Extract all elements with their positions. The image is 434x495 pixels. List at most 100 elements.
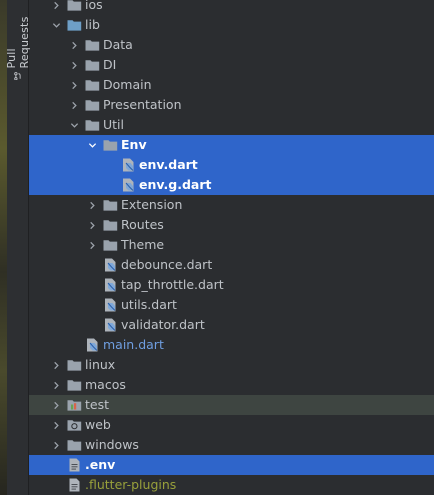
tree-item-label: Routes — [121, 217, 164, 232]
tree-row[interactable]: lib — [29, 15, 434, 35]
tree-row[interactable]: ios — [29, 0, 434, 15]
folder-icon — [84, 57, 100, 73]
folder-icon — [102, 237, 118, 253]
folder-icon — [84, 37, 100, 53]
folder-icon — [66, 357, 82, 373]
dart-file-icon — [84, 337, 100, 353]
tree-row[interactable]: DI — [29, 55, 434, 75]
tree-row[interactable]: Data — [29, 35, 434, 55]
tree-row[interactable]: tap_throttle.dart — [29, 275, 434, 295]
tree-row[interactable]: Theme — [29, 235, 434, 255]
folder-icon — [66, 0, 82, 13]
tree-item-label: debounce.dart — [121, 257, 213, 272]
tree-row[interactable]: utils.dart — [29, 295, 434, 315]
pull-requests-tab[interactable]: Pull Requests — [4, 0, 31, 80]
dart-file-icon — [102, 317, 118, 333]
tree-row[interactable]: env.dart — [29, 155, 434, 175]
folder-icon — [66, 377, 82, 393]
tree-item-label: macos — [85, 377, 126, 392]
tree-item-label: Theme — [121, 237, 165, 252]
chevron-right-icon[interactable] — [49, 358, 63, 372]
tree-row[interactable]: validator.dart — [29, 315, 434, 335]
chevron-down-icon[interactable] — [49, 18, 63, 32]
source-folder-icon — [66, 17, 82, 33]
web-folder-icon — [66, 417, 82, 433]
tree-item-label: test — [85, 397, 110, 412]
tree-row[interactable]: macos — [29, 375, 434, 395]
tree-item-label: utils.dart — [121, 297, 177, 312]
tree-row[interactable]: env.g.dart — [29, 175, 434, 195]
text-file-icon — [66, 457, 82, 473]
folder-icon — [84, 117, 100, 133]
chevron-down-icon[interactable] — [67, 118, 81, 132]
folder-icon — [102, 217, 118, 233]
tree-row[interactable]: .flutter-plugins — [29, 475, 434, 495]
tree-item-label: DI — [103, 57, 117, 72]
dart-file-icon — [102, 277, 118, 293]
tree-item-label: Util — [103, 117, 124, 132]
folder-icon — [102, 137, 118, 153]
pull-request-icon — [13, 71, 21, 80]
chevron-right-icon[interactable] — [67, 38, 81, 52]
tree-row[interactable]: debounce.dart — [29, 255, 434, 275]
chevron-right-icon[interactable] — [67, 98, 81, 112]
text-file-icon — [66, 477, 82, 493]
tree-item-label: windows — [85, 437, 139, 452]
tree-row[interactable]: Env — [29, 135, 434, 155]
tree-item-label: Extension — [121, 197, 183, 212]
folder-icon — [84, 77, 100, 93]
tree-item-label: linux — [85, 357, 116, 372]
tree-row[interactable]: Extension — [29, 195, 434, 215]
tree-row[interactable]: Presentation — [29, 95, 434, 115]
dart-file-icon — [102, 257, 118, 273]
project-tree: ios lib Data DI Domain Presentation Util Env env… — [29, 0, 434, 495]
chevron-right-icon[interactable] — [85, 238, 99, 252]
tree-item-label: web — [85, 417, 111, 432]
chevron-right-icon[interactable] — [49, 418, 63, 432]
tree-row[interactable]: Util — [29, 115, 434, 135]
tree-item-label: Domain — [103, 77, 152, 92]
tree-item-label: lib — [85, 17, 100, 32]
folder-icon — [84, 97, 100, 113]
dart-file-icon — [102, 297, 118, 313]
chevron-right-icon[interactable] — [49, 0, 63, 12]
tree-row[interactable]: windows — [29, 435, 434, 455]
tree-row[interactable]: Routes — [29, 215, 434, 235]
chevron-right-icon[interactable] — [49, 438, 63, 452]
tree-item-label: env.dart — [139, 157, 198, 172]
tree-row[interactable]: .env — [29, 455, 434, 475]
tree-row[interactable]: web — [29, 415, 434, 435]
chevron-right-icon[interactable] — [85, 198, 99, 212]
chevron-right-icon[interactable] — [85, 218, 99, 232]
tree-item-label: .flutter-plugins — [85, 477, 177, 492]
tree-item-label: ios — [85, 0, 103, 12]
tree-row[interactable]: test — [29, 395, 434, 415]
chevron-down-icon[interactable] — [85, 138, 99, 152]
chevron-right-icon[interactable] — [49, 398, 63, 412]
editor-gutter-strip — [0, 0, 7, 495]
chevron-right-icon[interactable] — [67, 78, 81, 92]
tree-item-label: main.dart — [103, 337, 164, 352]
pull-requests-label: Pull Requests — [4, 16, 31, 69]
chevron-right-icon[interactable] — [49, 378, 63, 392]
chevron-right-icon[interactable] — [67, 58, 81, 72]
tree-item-label: Env — [121, 137, 147, 152]
dart-file-icon — [120, 177, 136, 193]
tree-row[interactable]: linux — [29, 355, 434, 375]
tree-row[interactable]: main.dart — [29, 335, 434, 355]
tree-row[interactable]: Domain — [29, 75, 434, 95]
tree-item-label: Data — [103, 37, 133, 52]
tree-item-label: tap_throttle.dart — [121, 277, 224, 292]
tree-item-label: .env — [85, 457, 116, 472]
dart-file-icon — [120, 157, 136, 173]
test-folder-icon — [66, 397, 82, 413]
